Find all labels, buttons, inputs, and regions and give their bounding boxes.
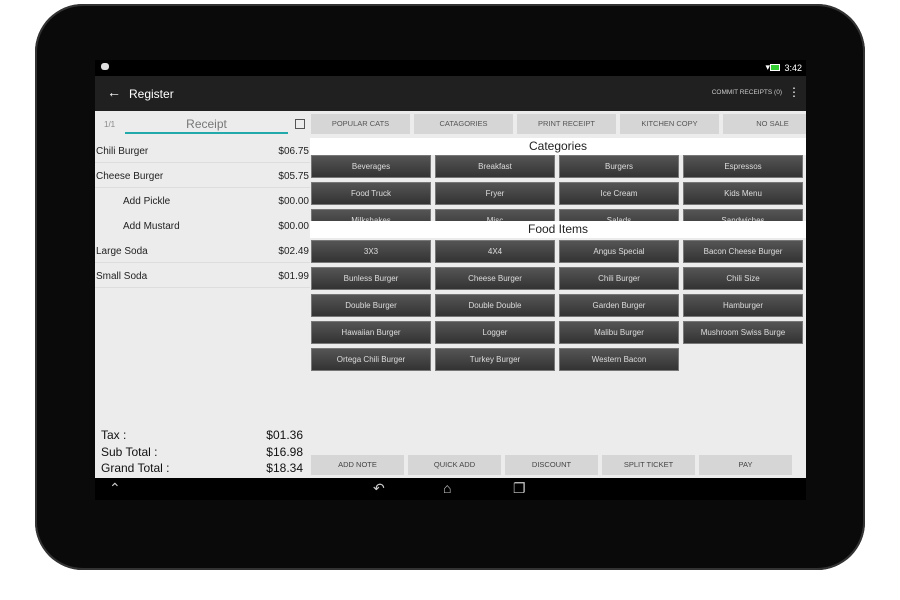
food-item-button[interactable]: Garden Burger	[559, 294, 679, 317]
commit-receipts-button[interactable]: COMMIT RECEIPTS (0)	[712, 89, 782, 96]
top-button[interactable]: POPULAR CATS	[311, 114, 410, 134]
food-item-button[interactable]: Turkey Burger	[435, 348, 555, 371]
page-title: Register	[129, 87, 174, 101]
food-item-button[interactable]: 3X3	[311, 240, 431, 263]
action-button[interactable]: PAY	[699, 455, 792, 475]
category-button[interactable]: Misc	[435, 209, 555, 221]
food-item-button[interactable]: Hamburger	[683, 294, 803, 317]
receipt-title-field[interactable]: Receipt	[125, 117, 288, 134]
top-button[interactable]: KITCHEN COPY	[620, 114, 719, 134]
receipt-line[interactable]: Add Mustard $00.00	[95, 213, 310, 238]
category-button[interactable]: Burgers	[559, 155, 679, 178]
line-item-price: $06.75	[278, 146, 309, 157]
subtotal-label: Sub Total :	[101, 444, 158, 459]
category-button[interactable]: Fryer	[435, 182, 555, 205]
food-item-button[interactable]: Double Burger	[311, 294, 431, 317]
status-bar: ▾ 3:42	[95, 60, 806, 76]
category-button[interactable]: Espressos	[683, 155, 803, 178]
action-button[interactable]: DISCOUNT	[505, 455, 598, 475]
subtotal-value: $16.98	[266, 444, 303, 459]
food-item-button[interactable]: Double Double	[435, 294, 555, 317]
notification-icon	[101, 63, 109, 70]
menu-panel: POPULAR CATS CATAGORIES PRINT RECEIPT KITCH…	[310, 111, 806, 478]
receipt-line[interactable]: Small Soda $01.99	[95, 263, 310, 288]
back-nav-icon[interactable]: ↶	[373, 480, 385, 497]
action-button[interactable]: SPLIT TICKET	[602, 455, 695, 475]
line-item-name: Add Mustard	[123, 221, 180, 232]
line-item-price: $00.00	[278, 221, 309, 232]
screen: ▾ 3:42 ← Register COMMIT RECEIPTS (0) ⋮ …	[95, 60, 806, 500]
grand-total-label: Grand Total :	[101, 461, 170, 475]
food-item-button[interactable]: Hawaiian Burger	[311, 321, 431, 344]
receipt-line[interactable]: Cheese Burger $05.75	[95, 163, 310, 188]
category-button[interactable]: Food Truck	[311, 182, 431, 205]
totals: Tax : $01.36 Sub Total : $16.98 Grand Tota…	[95, 427, 310, 477]
receipt-line[interactable]: Large Soda $02.49	[95, 238, 310, 263]
food-item-button[interactable]: Malibu Burger	[559, 321, 679, 344]
category-button[interactable]: Sandwiches	[683, 209, 803, 221]
food-item-button[interactable]: Western Bacon	[559, 348, 679, 371]
top-button[interactable]: CATAGORIES	[414, 114, 513, 134]
food-items-heading: Food Items	[310, 221, 806, 238]
receipt-page: 1/1	[104, 120, 116, 129]
category-button[interactable]: Beverages	[311, 155, 431, 178]
grand-total-value: $18.34	[266, 461, 303, 475]
battery-icon	[770, 64, 780, 71]
line-item-price: $02.49	[278, 246, 309, 257]
line-item-name: Large Soda	[96, 246, 148, 257]
food-item-button[interactable]: Ortega Chili Burger	[311, 348, 431, 371]
category-button[interactable]: Kids Menu	[683, 182, 803, 205]
back-arrow-icon[interactable]: ←	[107, 84, 121, 100]
line-item-name: Small Soda	[96, 271, 148, 282]
top-button[interactable]: PRINT RECEIPT	[517, 114, 616, 134]
app-bar: ← Register COMMIT RECEIPTS (0) ⋮	[95, 76, 806, 111]
line-item-name: Cheese Burger	[96, 171, 164, 182]
more-vert-icon[interactable]: ⋮	[788, 85, 800, 99]
hide-keyboard-icon[interactable]: ⌃	[109, 480, 121, 497]
top-button[interactable]: NO SALE	[723, 114, 806, 134]
recents-icon[interactable]: ❐	[513, 480, 526, 497]
receipt-line[interactable]: Add Pickle $00.00	[95, 188, 310, 213]
line-item-name: Chili Burger	[96, 146, 149, 157]
tax-value: $01.36	[266, 428, 303, 442]
receipt-checkbox[interactable]	[295, 119, 305, 129]
food-item-button[interactable]: Logger	[435, 321, 555, 344]
categories-heading: Categories	[310, 138, 806, 155]
receipt-line[interactable]: Chili Burger $06.75	[95, 138, 310, 163]
food-item-button[interactable]: Chili Size	[683, 267, 803, 290]
category-button[interactable]: Ice Cream	[559, 182, 679, 205]
line-item-price: $05.75	[278, 171, 309, 182]
category-button[interactable]: Salads	[559, 209, 679, 221]
food-item-button[interactable]: 4X4	[435, 240, 555, 263]
clock: 3:42	[784, 63, 802, 73]
food-item-button[interactable]: Bacon Cheese Burger	[683, 240, 803, 263]
food-item-button[interactable]: Bunless Burger	[311, 267, 431, 290]
category-button[interactable]: Breakfast	[435, 155, 555, 178]
line-item-price: $01.99	[278, 271, 309, 282]
line-item-name: Add Pickle	[123, 196, 171, 207]
nav-bar: ⌃ ↶ ⌂ ❐	[95, 478, 806, 500]
home-icon[interactable]: ⌂	[443, 480, 451, 496]
tax-label: Tax :	[101, 428, 127, 442]
line-item-price: $00.00	[278, 196, 309, 207]
food-item-button[interactable]: Angus Special	[559, 240, 679, 263]
receipt-panel: 1/1 Receipt Chili Burger $06.75 Cheese Bur…	[95, 111, 310, 478]
food-item-button[interactable]: Cheese Burger	[435, 267, 555, 290]
category-button[interactable]: Milkshakes	[311, 209, 431, 221]
action-button[interactable]: QUICK ADD	[408, 455, 501, 475]
action-button[interactable]: ADD NOTE	[311, 455, 404, 475]
food-item-button[interactable]: Mushroom Swiss Burge	[683, 321, 803, 344]
food-item-button[interactable]: Chili Burger	[559, 267, 679, 290]
